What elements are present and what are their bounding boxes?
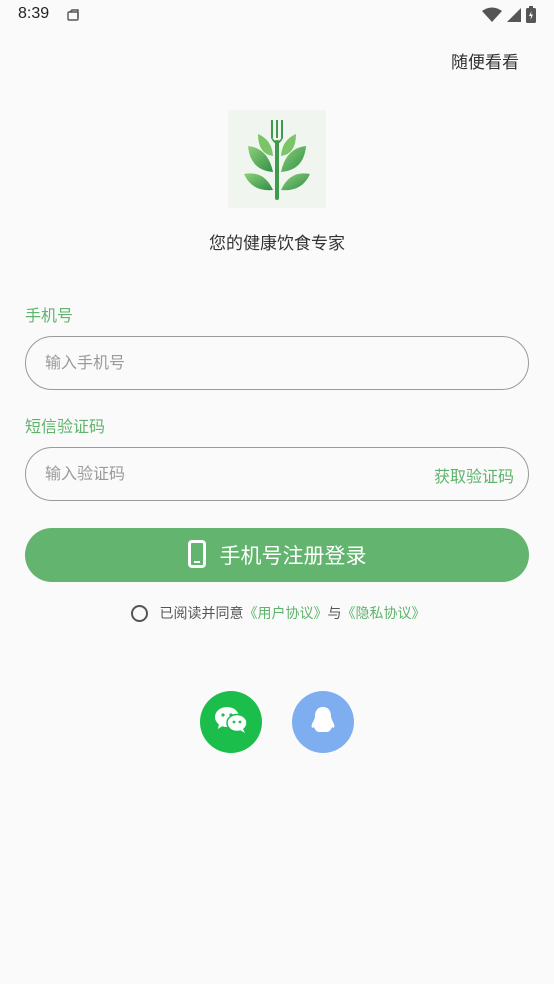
user-agreement-link[interactable]: 《用户协议》 xyxy=(244,603,328,623)
privacy-policy-link[interactable]: 《隐私协议》 xyxy=(342,603,426,623)
app-logo xyxy=(228,110,326,208)
code-input[interactable] xyxy=(45,448,425,499)
wifi-icon xyxy=(482,7,502,27)
phone-field-label: 手机号 xyxy=(25,306,74,325)
login-button-label: 手机号注册登录 xyxy=(219,544,367,568)
app-tagline: 您的健康饮食专家 xyxy=(209,234,345,254)
get-code-button[interactable]: 获取验证码 xyxy=(434,463,514,487)
code-field-label: 短信验证码 xyxy=(25,417,106,436)
battery-icon xyxy=(526,6,536,27)
agreement-conjunction: 与 xyxy=(327,606,342,622)
notification-icon xyxy=(66,8,80,27)
code-field: 获取验证码 xyxy=(25,447,529,501)
phone-input[interactable] xyxy=(45,337,425,388)
qq-login-button[interactable] xyxy=(292,691,354,753)
status-icons xyxy=(482,6,536,27)
browse-link[interactable]: 随便看看 xyxy=(451,48,519,73)
phone-field xyxy=(25,336,529,390)
phone-icon xyxy=(187,539,206,571)
qq-icon xyxy=(309,705,337,739)
agreement-checkbox[interactable] xyxy=(130,604,148,622)
agreement-prefix: 已阅读并同意 xyxy=(159,606,244,622)
phone-login-button[interactable]: 手机号注册登录 xyxy=(25,528,529,582)
agreement-row: 已阅读并同意 《用户协议》 与 《隐私协议》 xyxy=(0,603,554,623)
wechat-login-button[interactable] xyxy=(200,691,262,753)
status-time: 8:39 xyxy=(18,5,50,22)
signal-icon xyxy=(506,7,522,27)
status-bar: 8:39 xyxy=(0,0,554,32)
wechat-icon xyxy=(214,706,248,738)
